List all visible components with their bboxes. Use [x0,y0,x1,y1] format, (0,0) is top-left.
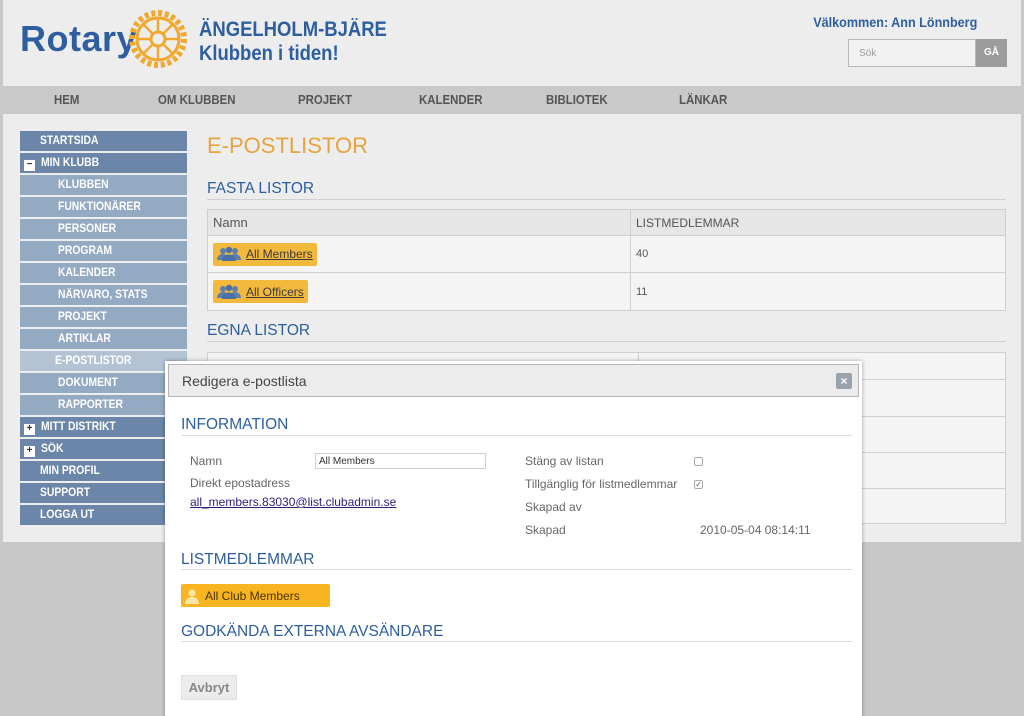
list-link-all-members[interactable]: All Members [246,247,313,261]
club-name: ÄNGELHOLM-BJÄRE Klubben i tiden! [199,18,387,66]
sidebar-item-label: PROGRAM [58,245,113,257]
sidebar-item-sok[interactable]: + SÖK [20,439,187,459]
sidebar-item-kalender[interactable]: KALENDER [20,263,187,283]
dialog-title-bar[interactable]: Redigera e-postlista × [168,364,859,397]
sidebar-item-startsida[interactable]: STARTSIDA [20,131,187,151]
sidebar-item-label: SÖK [41,443,64,455]
list-link-all-officers[interactable]: All Officers [246,285,304,299]
sidebar-item-label: PROJEKT [58,311,107,323]
edit-mailing-list-dialog: Redigera e-postlista × INFORMATION Namn … [165,361,862,716]
club-name-line1: ÄNGELHOLM-BJÄRE [199,18,387,41]
fasta-listor-table: Namn LISTMEDLEMMAR All Members 40 All Of… [207,209,1006,311]
member-tag-label: All Club Members [205,588,300,603]
sidebar-item-label: KALENDER [58,267,116,279]
sidebar-item-min-profil[interactable]: MIN PROFIL [20,461,187,481]
sidebar-item-label: RAPPORTER [58,399,123,411]
table-header-row: Namn LISTMEDLEMMAR [208,210,1005,236]
expand-icon[interactable]: + [24,424,35,435]
name-input[interactable] [315,453,486,469]
expand-icon[interactable]: + [24,446,35,457]
sidebar-item-logga-ut[interactable]: LOGGA UT [20,505,187,525]
rotary-wheel-icon[interactable] [127,8,189,70]
search-input[interactable]: Sök [848,39,976,67]
welcome-text[interactable]: Välkommen: Ann Lönnberg [813,14,977,30]
sidebar-item-personer[interactable]: PERSONER [20,219,187,239]
member-count: 11 [630,273,647,310]
sidebar-item-e-postlistor[interactable]: E-POSTLISTOR [20,351,187,371]
sidebar-item-rapporter[interactable]: RAPPORTER [20,395,187,415]
group-tag[interactable]: All Members [213,242,317,266]
sidebar-item-dokument[interactable]: DOKUMENT [20,373,187,393]
sidebar-item-mitt-distrikt[interactable]: + MITT DISTRIKT [20,417,187,437]
sidebar-item-label: MIN KLUBB [41,157,100,169]
sidebar-item-label: MIN PROFIL [40,465,100,477]
email-label: Direkt epostadress [190,476,291,490]
fasta-listor-heading: FASTA LISTOR [207,180,315,197]
sidebar-item-label: NÄRVARO, STATS [58,289,148,301]
sidebar-item-label: KLUBBEN [58,179,109,191]
divider [181,641,852,642]
sidebar-item-funktionarer[interactable]: FUNKTIONÄRER [20,197,187,217]
sidebar-item-label: LOGGA UT [40,509,95,521]
divider [181,435,852,436]
column-header-namn[interactable]: Namn [213,210,248,235]
divider [181,569,852,570]
information-heading: INFORMATION [181,416,289,433]
nav-item-hem[interactable]: HEM [54,86,79,114]
nav-item-kalender[interactable]: KALENDER [419,86,483,114]
created-label: Skapad [525,523,566,537]
sidebar-item-projekt[interactable]: PROJEKT [20,307,187,327]
nav-item-lankar[interactable]: LÄNKAR [679,86,727,114]
member-count: 40 [630,236,648,272]
main-nav: HEM OM KLUBBEN PROJEKT KALENDER BIBLIOTE… [3,86,1021,114]
sidebar-item-label: STARTSIDA [40,135,99,147]
dialog-title: Redigera e-postlista [182,373,307,389]
club-name-line2: Klubben i tiden! [199,42,339,65]
divider [207,341,1006,342]
member-tag[interactable]: All Club Members [181,584,330,607]
group-tag[interactable]: All Officers [213,280,308,303]
sidebar-item-label: MITT DISTRIKT [41,421,116,433]
person-icon [185,589,199,604]
column-header-listmedlemmar[interactable]: LISTMEDLEMMAR [630,210,739,235]
sidebar-item-label: E-POSTLISTOR [55,355,132,367]
close-list-checkbox[interactable] [694,457,703,466]
available-label: Tillgänglig för listmedlemmar [525,477,678,491]
name-label: Namn [190,454,223,468]
listmedlemmar-heading: LISTMEDLEMMAR [181,551,315,568]
table-row: All Officers 11 [208,273,1005,310]
sidebar-item-min-klubb[interactable]: − MIN KLUBB [20,153,187,173]
search-button[interactable]: GÅ [976,39,1007,67]
sidebar-item-label: PERSONER [58,223,117,235]
group-icon [217,246,241,261]
collapse-icon[interactable]: − [24,160,35,171]
sidebar-item-klubben[interactable]: KLUBBEN [20,175,187,195]
available-checkbox[interactable]: ✓ [694,480,703,489]
sidebar-item-label: SUPPORT [40,487,91,499]
page-title: E-POSTLISTOR [207,133,368,158]
table-row: All Members 40 [208,236,1005,273]
sidebar: STARTSIDA − MIN KLUBB KLUBBEN FUNKTIONÄRE… [20,131,187,527]
rotary-logo-text[interactable]: Rotary [20,18,137,60]
sidebar-item-label: DOKUMENT [58,377,118,389]
external-senders-heading: GODKÄNDA EXTERNA AVSÄNDARE [181,623,444,640]
created-by-label: Skapad av [525,500,582,514]
email-link[interactable]: all_members.83030@list.clubadmin.se [190,495,396,509]
sidebar-item-label: ARTIKLAR [58,333,111,345]
sidebar-item-program[interactable]: PROGRAM [20,241,187,261]
nav-item-bibliotek[interactable]: BIBLIOTEK [546,86,608,114]
egna-listor-heading: EGNA LISTOR [207,322,311,339]
sidebar-item-label: FUNKTIONÄRER [58,201,141,213]
sidebar-item-support[interactable]: SUPPORT [20,483,187,503]
group-icon [217,284,241,299]
nav-item-projekt[interactable]: PROJEKT [298,86,352,114]
sidebar-item-narvaro[interactable]: NÄRVARO, STATS [20,285,187,305]
close-icon[interactable]: × [836,373,852,389]
sidebar-item-artiklar[interactable]: ARTIKLAR [20,329,187,349]
nav-item-om-klubben[interactable]: OM KLUBBEN [158,86,236,114]
cancel-button[interactable]: Avbryt [181,675,237,700]
divider [207,199,1006,200]
created-value: 2010-05-04 08:14:11 [700,523,811,537]
close-list-label: Stäng av listan [525,454,604,468]
